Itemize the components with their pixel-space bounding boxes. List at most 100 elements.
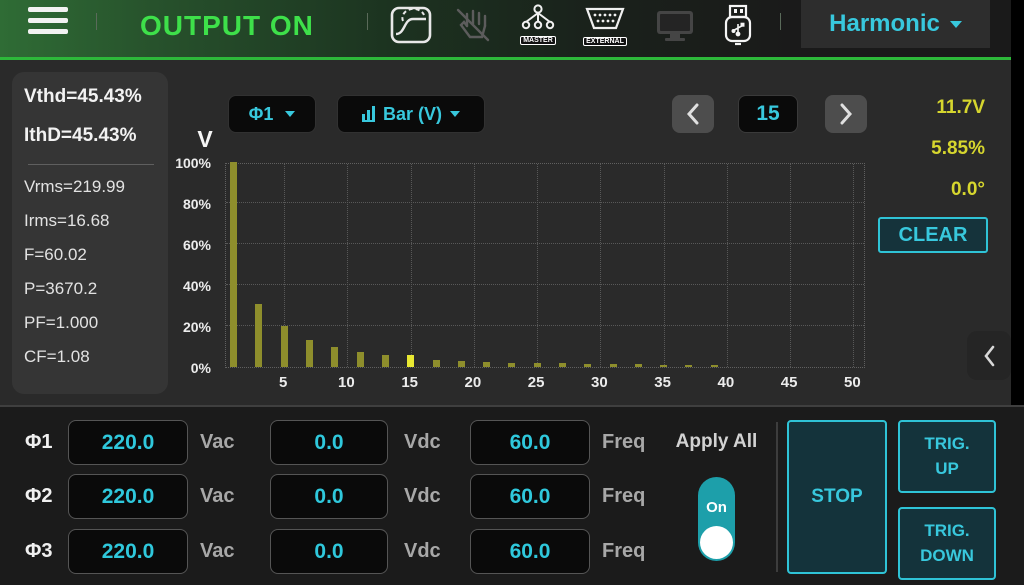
harmonic-bar[interactable]: [458, 361, 465, 367]
toggle-knob[interactable]: [700, 526, 733, 559]
harmonic-bar[interactable]: [685, 365, 692, 367]
vrms-value: Vrms=219.99: [24, 177, 158, 197]
harmonic-bar[interactable]: [559, 363, 566, 367]
harmonic-bar[interactable]: [382, 355, 389, 367]
irms-value: Irms=16.68: [24, 211, 158, 231]
y-axis-labels: 100%80%60%40%20%0%: [168, 163, 217, 368]
harmonic-bar[interactable]: [281, 326, 288, 367]
harmonic-bar[interactable]: [635, 364, 642, 367]
view-select-dropdown[interactable]: Bar (V): [337, 95, 485, 133]
horizontal-gridline: [226, 202, 864, 203]
vdc-unit-label: Vdc: [404, 431, 441, 454]
usb-icon[interactable]: [723, 4, 753, 53]
vac-unit-label: Vac: [200, 485, 234, 508]
phase3-freq-field[interactable]: 60.0: [470, 529, 590, 574]
vertical-gridline: [853, 164, 854, 367]
freq-unit-label: Freq: [602, 540, 645, 563]
selected-harmonic-field[interactable]: 15: [738, 95, 798, 133]
vertical-gridline: [600, 164, 601, 367]
vertical-gridline: [411, 164, 412, 367]
vdc-unit-label: Vdc: [404, 485, 441, 508]
trig-down-button[interactable]: TRIG. DOWN: [898, 507, 996, 580]
harmonic-bar[interactable]: [357, 352, 364, 367]
harmonic-prev-button[interactable]: [672, 95, 714, 133]
chevron-right-icon: [838, 103, 854, 125]
y-tick-label: 100%: [165, 155, 211, 171]
freq-unit-label: Freq: [602, 431, 645, 454]
harmonic-bar-selected[interactable]: [407, 355, 414, 367]
trig-up-button[interactable]: TRIG. UP: [898, 420, 996, 493]
harmonic-bar[interactable]: [483, 362, 490, 367]
chevron-left-icon: [982, 345, 996, 367]
mode-select-dropdown[interactable]: Harmonic: [801, 0, 990, 48]
harmonic-plot[interactable]: [225, 163, 865, 368]
divider: [28, 164, 154, 165]
stop-button[interactable]: STOP: [787, 420, 887, 574]
phase2-vdc-field[interactable]: 0.0: [270, 474, 388, 519]
harmonic-bar[interactable]: [534, 363, 541, 367]
clear-button[interactable]: CLEAR: [878, 217, 988, 253]
x-tick-label: 20: [458, 374, 488, 391]
selected-harmonic-angle: 0.0°: [865, 179, 985, 201]
y-tick-label: 60%: [165, 237, 211, 253]
output-settings-panel: Φ1 220.0 Vac 0.0 Vdc 60.0 Freq Φ2 220.0 …: [0, 405, 1024, 585]
menu-icon[interactable]: [28, 7, 68, 34]
toggle-on-label: On: [698, 499, 735, 516]
x-tick-label: 50: [837, 374, 867, 391]
external-label: EXTERNAL: [583, 37, 627, 46]
frequency-value: F=60.02: [24, 245, 158, 265]
vertical-gridline: [727, 164, 728, 367]
measurement-panel: Vthd=45.43% IthD=45.43% Vrms=219.99 Irms…: [12, 72, 168, 394]
harmonic-bar[interactable]: [584, 364, 591, 367]
top-bar: OUTPUT ON: [0, 0, 1024, 60]
harmonic-bar[interactable]: [711, 365, 718, 367]
harmonic-bar[interactable]: [508, 363, 515, 368]
harmonic-bar[interactable]: [230, 162, 237, 367]
power-factor-value: PF=1.000: [24, 313, 158, 333]
divider: [367, 13, 368, 30]
phase2-vac-field[interactable]: 220.0: [68, 474, 188, 519]
harmonic-bar[interactable]: [660, 365, 667, 367]
harmonic-bar[interactable]: [433, 360, 440, 367]
phase3-vdc-field[interactable]: 0.0: [270, 529, 388, 574]
harmonic-next-button[interactable]: [825, 95, 867, 133]
x-tick-label: 45: [774, 374, 804, 391]
harmonic-bar[interactable]: [306, 340, 313, 367]
selected-harmonic-percent: 5.85%: [865, 138, 985, 160]
vertical-gridline: [474, 164, 475, 367]
phase1-freq-field[interactable]: 60.0: [470, 420, 590, 465]
phase3-vac-field[interactable]: 220.0: [68, 529, 188, 574]
waveform-mode-icon[interactable]: [390, 6, 432, 49]
y-axis-title: V: [190, 126, 220, 153]
apply-all-toggle[interactable]: On: [698, 477, 735, 561]
phase1-vac-field[interactable]: 220.0: [68, 420, 188, 465]
apply-all-label: Apply All: [664, 431, 769, 453]
phase3-label: Φ3: [25, 540, 65, 563]
phase-select-dropdown[interactable]: Φ1: [228, 95, 316, 133]
divider: [776, 422, 778, 572]
external-port-icon: EXTERNAL: [583, 6, 627, 46]
chevron-down-icon: [950, 21, 962, 28]
ithd-value: IthD=45.43%: [24, 125, 158, 147]
vertical-gridline: [790, 164, 791, 367]
vertical-gridline: [347, 164, 348, 367]
x-axis-labels: 5101520253035404550: [225, 374, 885, 394]
harmonic-bar[interactable]: [331, 347, 338, 368]
y-tick-label: 80%: [165, 196, 211, 212]
phase2-freq-field[interactable]: 60.0: [470, 474, 590, 519]
harmonic-bar[interactable]: [255, 304, 262, 368]
vac-unit-label: Vac: [200, 540, 234, 563]
vac-unit-label: Vac: [200, 431, 234, 454]
freq-unit-label: Freq: [602, 485, 645, 508]
instrument-screen: OUTPUT ON: [0, 0, 1024, 585]
harmonic-bar[interactable]: [610, 364, 617, 367]
x-tick-label: 35: [648, 374, 678, 391]
phase1-vdc-field[interactable]: 0.0: [270, 420, 388, 465]
collapse-panel-tab[interactable]: [967, 331, 1011, 380]
phase-select-label: Φ1: [249, 104, 274, 125]
vdc-unit-label: Vdc: [404, 540, 441, 563]
touch-disabled-icon: [452, 6, 494, 49]
monitor-icon: [655, 9, 695, 46]
y-tick-label: 0%: [165, 360, 211, 376]
divider: [780, 13, 781, 30]
